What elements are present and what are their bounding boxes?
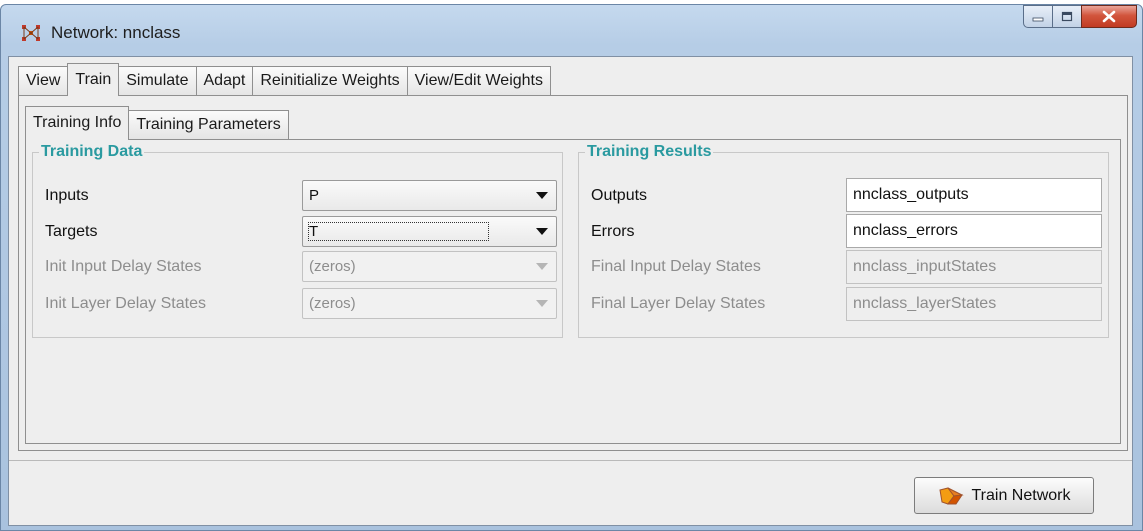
tab-training-parameters[interactable]: Training Parameters: [128, 110, 289, 140]
training-info-panel: Training Data Inputs P Targets T Init In…: [25, 139, 1121, 444]
train-network-label: Train Network: [971, 486, 1071, 504]
tab-simulate[interactable]: Simulate: [118, 66, 197, 96]
init-input-delay-states-label: Init Input Delay States: [45, 258, 202, 275]
final-layer-delay-states-label: Final Layer Delay States: [591, 295, 766, 312]
sub-tab-strip: Training Info Training Parameters: [25, 106, 289, 140]
init-layer-delay-states-select: (zeros): [302, 288, 557, 319]
train-network-button[interactable]: Train Network: [914, 477, 1094, 514]
maximize-icon: [1061, 11, 1073, 22]
final-input-delay-states-label: Final Input Delay States: [591, 258, 761, 275]
train-network-icon: [938, 486, 964, 505]
training-data-group: Training Data Inputs P Targets T Init In…: [32, 143, 563, 338]
window-client-area: View Train Simulate Adapt Reinitialize W…: [8, 56, 1133, 526]
maximize-button[interactable]: [1052, 5, 1082, 28]
init-layer-delay-states-label: Init Layer Delay States: [45, 295, 206, 312]
minimize-button[interactable]: [1023, 5, 1053, 28]
button-bar: Train Network: [9, 460, 1132, 526]
main-tab-strip: View Train Simulate Adapt Reinitialize W…: [18, 63, 551, 96]
errors-label: Errors: [591, 223, 635, 240]
train-tab-panel: Training Info Training Parameters Traini…: [18, 95, 1128, 451]
inputs-select[interactable]: P: [302, 180, 557, 211]
chevron-down-icon: [536, 192, 548, 199]
errors-field[interactable]: nnclass_errors: [846, 214, 1102, 248]
init-input-delay-states-select: (zeros): [302, 251, 557, 282]
title-bar[interactable]: Network: nnclass: [1, 5, 1142, 57]
targets-select[interactable]: T: [302, 216, 557, 247]
targets-label: Targets: [45, 223, 98, 240]
chevron-down-icon: [536, 263, 548, 270]
window-title: Network: nnclass: [51, 23, 181, 42]
outputs-label: Outputs: [591, 187, 648, 204]
tab-train[interactable]: Train: [67, 63, 120, 96]
tab-view-edit-weights[interactable]: View/Edit Weights: [406, 66, 551, 96]
outputs-field[interactable]: nnclass_outputs: [846, 178, 1102, 212]
tab-adapt[interactable]: Adapt: [195, 66, 254, 96]
init-input-delay-states-value: (zeros): [309, 258, 356, 275]
training-results-title: Training Results: [585, 143, 714, 161]
final-layer-delay-states-field: nnclass_layerStates: [846, 287, 1102, 321]
inputs-label: Inputs: [45, 187, 89, 204]
chevron-down-icon: [536, 228, 548, 235]
chevron-down-icon: [536, 300, 548, 307]
tab-view[interactable]: View: [18, 66, 69, 96]
caption-buttons: [1023, 5, 1137, 31]
training-data-title: Training Data: [39, 143, 145, 161]
minimize-icon: [1032, 17, 1044, 21]
close-button[interactable]: [1081, 5, 1137, 28]
training-results-group: Training Results Outputs nnclass_outputs…: [578, 143, 1109, 338]
inputs-select-value: P: [309, 187, 320, 204]
app-window: Network: nnclass View Train Simulate Ada…: [0, 4, 1143, 531]
tab-training-info[interactable]: Training Info: [25, 106, 130, 140]
close-icon: [1102, 10, 1116, 23]
tab-reinitialize-weights[interactable]: Reinitialize Weights: [252, 66, 408, 96]
init-layer-delay-states-value: (zeros): [309, 295, 356, 312]
final-input-delay-states-field: nnclass_inputStates: [846, 250, 1102, 284]
targets-select-value: T: [307, 222, 490, 241]
network-icon: [22, 25, 40, 41]
